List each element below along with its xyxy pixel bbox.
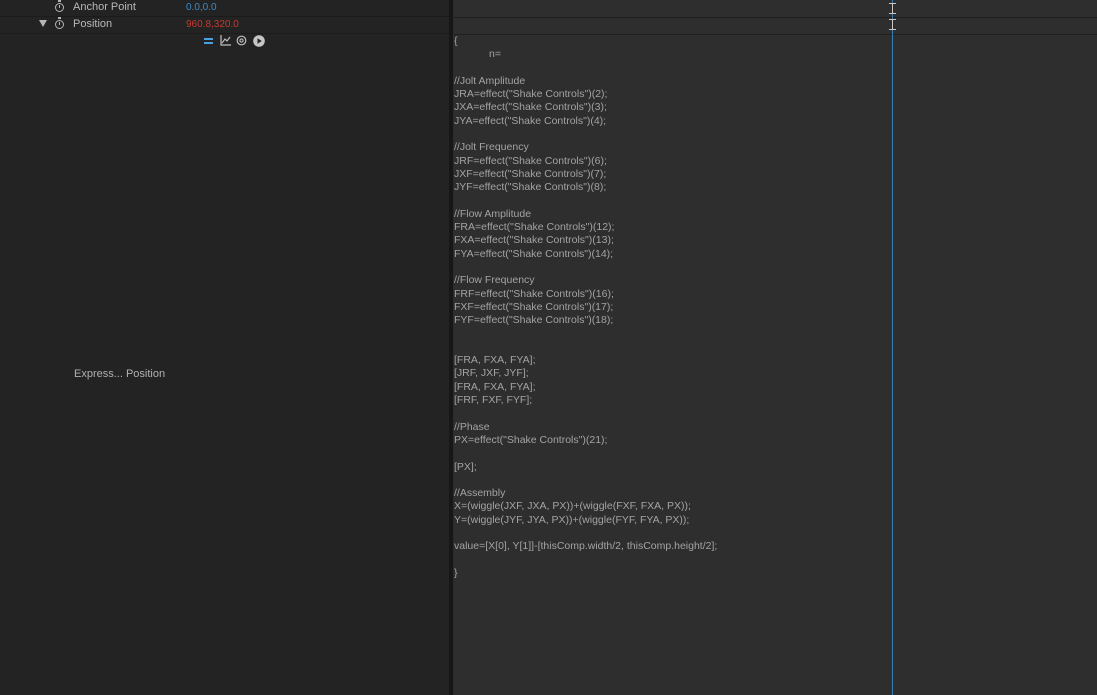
code-line[interactable]: //Flow Amplitude [454, 208, 717, 221]
code-line[interactable]: JXF=effect("Shake Controls")(7); [454, 168, 717, 181]
code-line[interactable]: value=[X[0], Y[1]]-[thisComp.width/2, th… [454, 540, 717, 553]
code-line[interactable] [454, 527, 717, 540]
stopwatch-icon[interactable] [55, 0, 64, 12]
code-line[interactable]: //Jolt Frequency [454, 141, 717, 154]
code-line[interactable]: JRF=effect("Shake Controls")(6); [454, 155, 717, 168]
code-line[interactable]: [FRF, FXF, FYF]; [454, 394, 717, 407]
position-value[interactable]: 960.8,320.0 [186, 19, 239, 30]
text-cursor-icon [889, 19, 896, 30]
text-cursor-icon [889, 3, 896, 14]
expression-editor-panel[interactable]: { n= //Jolt Amplitude JRA=effect("Shake Co… [454, 0, 1097, 695]
code-line[interactable] [454, 128, 717, 141]
code-line[interactable]: FYA=effect("Shake Controls")(14); [454, 248, 717, 261]
code-line[interactable] [454, 261, 717, 274]
code-line[interactable]: [FRA, FXA, FYA]; [454, 381, 717, 394]
code-line[interactable]: //Flow Frequency [454, 274, 717, 287]
code-line[interactable]: FRA=effect("Shake Controls")(12); [454, 221, 717, 234]
code-line[interactable]: JYA=effect("Shake Controls")(4); [454, 115, 717, 128]
expression-code-editor[interactable]: { n= //Jolt Amplitude JRA=effect("Shake Co… [454, 35, 717, 580]
code-line[interactable]: n= [454, 48, 717, 61]
code-line[interactable]: FXF=effect("Shake Controls")(17); [454, 301, 717, 314]
code-line[interactable]: } [454, 567, 717, 580]
code-line[interactable]: FXA=effect("Shake Controls")(13); [454, 234, 717, 247]
twirl-down-icon[interactable] [39, 20, 47, 27]
code-line[interactable]: FYF=effect("Shake Controls")(18); [454, 314, 717, 327]
code-line[interactable]: { [454, 35, 717, 48]
code-line[interactable]: //Phase [454, 421, 717, 434]
code-line[interactable] [454, 447, 717, 460]
current-time-indicator[interactable] [892, 0, 893, 695]
code-line[interactable] [454, 328, 717, 341]
code-line[interactable]: PX=effect("Shake Controls")(21); [454, 434, 717, 447]
code-line[interactable]: [FRA, FXA, FYA]; [454, 354, 717, 367]
expression-label: Express... Position [74, 368, 166, 380]
anchor-point-label: Anchor Point [73, 1, 136, 13]
code-line[interactable]: X=(wiggle(JXF, JXA, PX))+(wiggle(FXF, FX… [454, 500, 717, 513]
stopwatch-icon[interactable] [55, 17, 64, 29]
code-line[interactable]: JRA=effect("Shake Controls")(2); [454, 88, 717, 101]
code-line[interactable]: //Jolt Amplitude [454, 75, 717, 88]
graph-editor-icon[interactable] [220, 35, 231, 46]
timeline-layer-panel: Anchor Point 0.0,0.0 Position 960.8,320.… [0, 0, 449, 695]
code-line[interactable]: Y=(wiggle(JYF, JYA, PX))+(wiggle(FYF, FY… [454, 514, 717, 527]
timeline-row-position [454, 17, 1097, 35]
anchor-point-value[interactable]: 0.0,0.0 [186, 2, 217, 13]
code-line[interactable]: [PX]; [454, 461, 717, 474]
code-line[interactable] [454, 341, 717, 354]
code-line[interactable] [454, 474, 717, 487]
code-line[interactable]: FRF=effect("Shake Controls")(16); [454, 288, 717, 301]
code-line[interactable] [454, 62, 717, 75]
code-line[interactable]: //Assembly [454, 487, 717, 500]
code-line[interactable]: JYF=effect("Shake Controls")(8); [454, 181, 717, 194]
position-label: Position [73, 18, 113, 30]
code-line[interactable] [454, 407, 717, 420]
code-line[interactable] [454, 554, 717, 567]
expression-enable-icon[interactable] [203, 36, 214, 45]
code-line[interactable] [454, 195, 717, 208]
code-line[interactable]: JXA=effect("Shake Controls")(3); [454, 101, 717, 114]
pickwhip-icon[interactable] [236, 35, 247, 46]
expression-language-menu-icon[interactable] [253, 35, 265, 47]
anchor-point-row[interactable]: Anchor Point 0.0,0.0 [0, 0, 449, 17]
timeline-row-anchor [454, 0, 1097, 18]
code-line[interactable]: [JRF, JXF, JYF]; [454, 367, 717, 380]
position-row[interactable]: Position 960.8,320.0 [0, 17, 449, 34]
